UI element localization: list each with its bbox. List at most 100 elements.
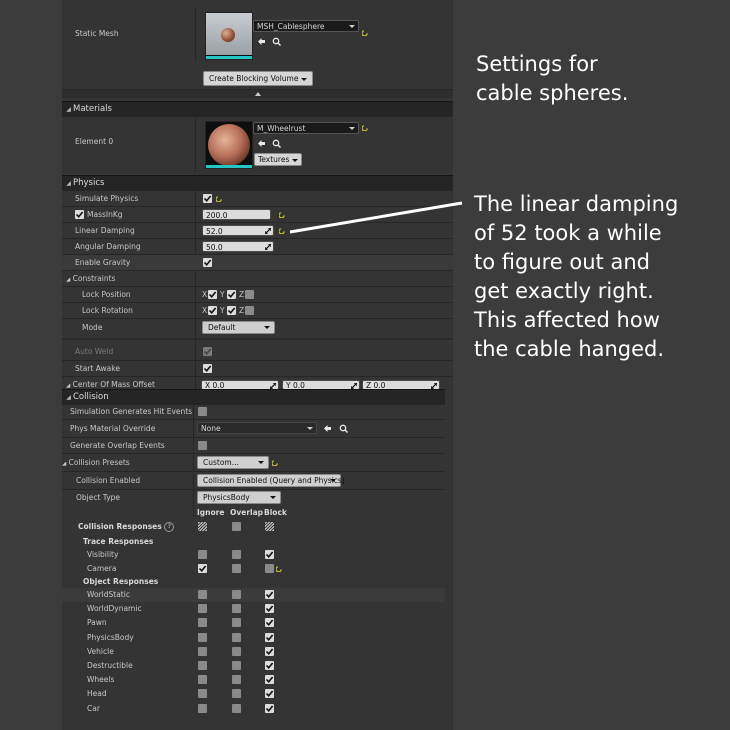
object-response-ignore-checkbox[interactable] bbox=[198, 633, 207, 642]
trace-response-label: Camera bbox=[87, 564, 117, 573]
object-response-label: Head bbox=[87, 689, 107, 698]
lock-rotation-label: Lock Rotation bbox=[82, 306, 133, 315]
object-response-block-checkbox[interactable] bbox=[265, 604, 274, 613]
overlap-events-checkbox[interactable] bbox=[198, 441, 207, 450]
ignore-column-header: Ignore bbox=[197, 508, 225, 517]
reset-to-default-icon[interactable] bbox=[216, 195, 223, 202]
material-element-label: Element 0 bbox=[75, 137, 114, 146]
annotation-linear-damping: The linear damping of 52 took a while to… bbox=[474, 192, 679, 361]
lock-position-z-checkbox[interactable] bbox=[245, 290, 254, 299]
sphere-preview-icon bbox=[221, 28, 235, 42]
reset-to-default-icon[interactable] bbox=[272, 459, 279, 466]
camera-block-checkbox[interactable] bbox=[265, 564, 274, 573]
object-response-overlap-checkbox[interactable] bbox=[232, 604, 241, 613]
static-mesh-thumbnail[interactable] bbox=[205, 12, 253, 60]
camera-overlap-checkbox[interactable] bbox=[232, 564, 241, 573]
reset-to-default-icon[interactable] bbox=[362, 124, 369, 131]
material-asset-combo[interactable]: M_Wheelrust bbox=[253, 122, 359, 134]
expand-triangle-icon: ◢ bbox=[62, 461, 67, 467]
object-response-ignore-checkbox[interactable] bbox=[198, 689, 207, 698]
textures-button[interactable]: Textures bbox=[254, 153, 303, 166]
mass-override-checkbox[interactable] bbox=[75, 210, 84, 219]
object-response-overlap-checkbox[interactable] bbox=[232, 689, 241, 698]
collision-enabled-combo[interactable]: Collision Enabled (Query and Physics) bbox=[197, 474, 345, 487]
use-selected-arrow-icon[interactable] bbox=[257, 139, 266, 148]
object-response-ignore-checkbox[interactable] bbox=[198, 647, 207, 656]
object-response-overlap-checkbox[interactable] bbox=[232, 633, 241, 642]
object-response-label: WorldDynamic bbox=[87, 604, 142, 613]
collapse-bar[interactable] bbox=[62, 90, 453, 98]
phys-material-combo[interactable]: None bbox=[197, 422, 317, 434]
object-response-overlap-checkbox[interactable] bbox=[232, 661, 241, 670]
angular-damping-label: Angular Damping bbox=[75, 242, 141, 251]
use-selected-arrow-icon[interactable] bbox=[257, 37, 266, 46]
set-all-ignore-checkbox[interactable] bbox=[198, 522, 207, 531]
object-response-ignore-checkbox[interactable] bbox=[198, 675, 207, 684]
lock-rotation-z-checkbox[interactable] bbox=[245, 306, 254, 315]
enable-gravity-checkbox[interactable] bbox=[203, 258, 212, 267]
object-response-ignore-checkbox[interactable] bbox=[198, 704, 207, 713]
object-response-ignore-checkbox[interactable] bbox=[198, 590, 207, 599]
visibility-ignore-checkbox[interactable] bbox=[198, 550, 207, 559]
collision-presets-combo[interactable]: Custom... bbox=[197, 456, 269, 469]
visibility-overlap-checkbox[interactable] bbox=[232, 550, 241, 559]
reset-to-default-icon[interactable] bbox=[276, 565, 283, 572]
simulate-physics-checkbox[interactable] bbox=[203, 194, 212, 203]
use-selected-arrow-icon[interactable] bbox=[323, 424, 332, 433]
spin-arrows-icon[interactable] bbox=[265, 244, 271, 250]
visibility-block-checkbox[interactable] bbox=[265, 550, 274, 559]
object-response-block-checkbox[interactable] bbox=[265, 704, 274, 713]
annotation-settings: Settings for cable spheres. bbox=[476, 52, 629, 105]
object-type-combo[interactable]: PhysicsBody bbox=[197, 491, 281, 504]
object-response-overlap-checkbox[interactable] bbox=[232, 647, 241, 656]
collision-enabled-label: Collision Enabled bbox=[76, 476, 141, 485]
object-response-label: PhysicsBody bbox=[87, 633, 134, 642]
object-response-overlap-checkbox[interactable] bbox=[232, 704, 241, 713]
collision-presets-label[interactable]: ◢ Collision Presets bbox=[62, 458, 130, 469]
spin-arrows-icon[interactable] bbox=[265, 228, 271, 234]
materials-section-header[interactable]: ◢ Materials bbox=[62, 101, 453, 117]
hit-events-label: Simulation Generates Hit Events bbox=[70, 407, 193, 416]
set-all-block-checkbox[interactable] bbox=[265, 522, 274, 531]
mode-combo[interactable]: Default bbox=[202, 321, 275, 334]
set-all-overlap-checkbox[interactable] bbox=[232, 522, 241, 531]
browse-search-icon[interactable] bbox=[272, 37, 281, 46]
reset-to-default-icon[interactable] bbox=[279, 227, 286, 234]
trace-responses-label: Trace Responses bbox=[83, 537, 154, 546]
object-response-block-checkbox[interactable] bbox=[265, 675, 274, 684]
material-thumbnail[interactable] bbox=[205, 121, 253, 169]
start-awake-checkbox[interactable] bbox=[203, 364, 212, 373]
mass-input[interactable]: 200.0 bbox=[202, 209, 271, 220]
object-response-ignore-checkbox[interactable] bbox=[198, 604, 207, 613]
object-response-ignore-checkbox[interactable] bbox=[198, 618, 207, 627]
object-response-ignore-checkbox[interactable] bbox=[198, 661, 207, 670]
object-response-block-checkbox[interactable] bbox=[265, 590, 274, 599]
object-response-overlap-checkbox[interactable] bbox=[232, 618, 241, 627]
lock-rotation-y-checkbox[interactable] bbox=[227, 306, 236, 315]
object-response-block-checkbox[interactable] bbox=[265, 647, 274, 656]
static-mesh-asset-combo[interactable]: MSH_Cablesphere bbox=[253, 20, 359, 32]
angular-damping-input[interactable]: 50.0 bbox=[202, 241, 274, 252]
reset-to-default-icon[interactable] bbox=[362, 29, 369, 36]
help-icon[interactable]: ? bbox=[164, 522, 175, 532]
object-response-block-checkbox[interactable] bbox=[265, 689, 274, 698]
collision-section-header[interactable]: ◢ Collision bbox=[62, 389, 445, 405]
linear-damping-input[interactable]: 52.0 bbox=[202, 225, 274, 236]
browse-search-icon[interactable] bbox=[339, 424, 348, 433]
create-blocking-volume-button[interactable]: Create Blocking Volume bbox=[203, 71, 314, 86]
column-divider bbox=[195, 8, 196, 62]
object-response-block-checkbox[interactable] bbox=[265, 633, 274, 642]
object-response-block-checkbox[interactable] bbox=[265, 618, 274, 627]
reset-to-default-icon[interactable] bbox=[279, 211, 286, 218]
camera-ignore-checkbox[interactable] bbox=[198, 564, 207, 573]
physics-section-header[interactable]: ◢ Physics bbox=[62, 175, 453, 191]
constraints-label[interactable]: ◢ Constraints bbox=[66, 274, 115, 285]
browse-search-icon[interactable] bbox=[272, 139, 281, 148]
object-response-overlap-checkbox[interactable] bbox=[232, 590, 241, 599]
lock-position-y-checkbox[interactable] bbox=[227, 290, 236, 299]
lock-position-x-checkbox[interactable] bbox=[208, 290, 217, 299]
lock-rotation-x-checkbox[interactable] bbox=[208, 306, 217, 315]
object-response-block-checkbox[interactable] bbox=[265, 661, 274, 670]
object-response-overlap-checkbox[interactable] bbox=[232, 675, 241, 684]
hit-events-checkbox[interactable] bbox=[198, 407, 207, 416]
